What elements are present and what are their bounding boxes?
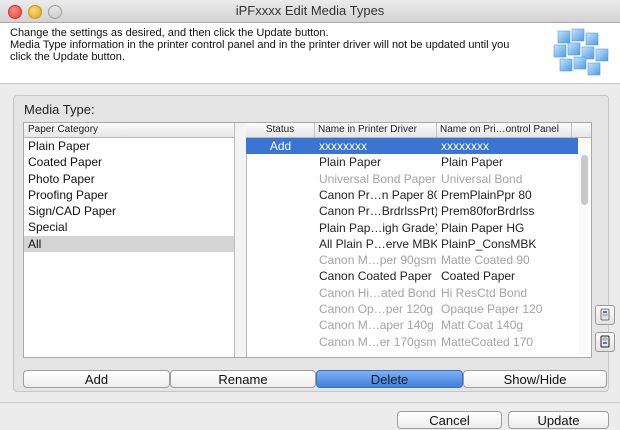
row-driver-name-cell: xxxxxxxx: [319, 139, 367, 153]
row-driver-name-cell: Universal Bond Paper: [319, 171, 436, 186]
move-down-button[interactable]: [595, 332, 615, 352]
instruction-line: click the Update button.: [10, 51, 125, 63]
category-item-proofing-paper[interactable]: Proofing Paper: [24, 187, 249, 203]
category-item-coated-paper[interactable]: Coated Paper: [24, 154, 249, 170]
instruction-line: Media Type information in the printer co…: [10, 39, 510, 51]
delete-button[interactable]: Delete: [316, 370, 463, 388]
row-panel-name-cell: Universal Bond: [441, 171, 523, 186]
window-title: iPFxxxx Edit Media Types: [235, 3, 385, 18]
category-item-all[interactable]: All: [24, 235, 249, 253]
table-row[interactable]: All Plain P…erve MBK PlainP_ConsMBK: [246, 236, 578, 252]
row-panel-name-cell: Coated Paper: [441, 269, 516, 284]
row-panel-name-cell: Plain Paper HG: [441, 220, 525, 235]
row-panel-name-cell: PlainP_ConsMBK: [441, 236, 537, 251]
row-panel-name-cell: Hi ResCtd Bond: [441, 285, 528, 300]
table-rows: Add xxxxxxxx xxxxxxxx Plain Paper Plain Pape…: [246, 138, 578, 356]
row-driver-name-cell: Canon Pr…BrdrlssPrt): [319, 204, 437, 219]
paper-category-list[interactable]: Paper Category Plain Paper Coated Paper …: [23, 122, 250, 358]
move-down-icon: [600, 335, 610, 348]
edit-media-types-window: iPFxxxx Edit Media Types Change the sett…: [0, 0, 620, 430]
printer-graphic-icon: [553, 28, 609, 76]
column-header-driver-name[interactable]: Name in Printer Driver: [315, 123, 437, 137]
media-type-group: Media Type: Paper Category Plain Paper C…: [13, 95, 615, 392]
table-row[interactable]: Canon M…er 170gsm MatteCoated 170: [246, 334, 578, 350]
row-panel-name-cell: Opaque Paper 120: [441, 302, 543, 316]
category-item-sign-cad-paper[interactable]: Sign/CAD Paper: [24, 203, 249, 219]
row-panel-name-cell: PremPlainPpr 80: [441, 187, 532, 202]
media-type-table: Status Name in Printer Driver Name on Pr…: [234, 122, 592, 358]
row-driver-name-cell: Canon M…aper 140g: [319, 318, 434, 333]
row-driver-name-cell: Canon Op…per 120g: [319, 302, 434, 316]
table-row[interactable]: Universal Bond Paper Universal Bond: [246, 171, 578, 187]
table-row[interactable]: Canon Hi…ated Bond Hi ResCtd Bond: [246, 285, 578, 301]
footer-divider: [0, 402, 620, 403]
row-driver-name-cell: Plain Pap…igh Grade): [319, 220, 437, 235]
show-hide-button[interactable]: Show/Hide: [463, 370, 607, 388]
table-header: Status Name in Printer Driver Name on Pr…: [246, 123, 591, 138]
add-button[interactable]: Add: [23, 370, 170, 388]
media-type-label: Media Type:: [24, 102, 95, 117]
instruction-line: Change the settings as desired, and then…: [10, 27, 329, 39]
table-row[interactable]: Canon Op…per 120g Opaque Paper 120: [246, 301, 578, 317]
row-panel-name-cell: Matt Coat 140g: [441, 318, 524, 333]
category-item-special[interactable]: Special: [24, 219, 249, 235]
column-header-panel-name[interactable]: Name on Pri…ontrol Panel: [437, 123, 572, 137]
table-row[interactable]: Canon M…per 90gsm Matte Coated 90: [246, 252, 578, 268]
table-row[interactable]: Add xxxxxxxx xxxxxxxx: [246, 138, 578, 155]
table-row[interactable]: Canon M…aper 140g Matt Coat 140g: [246, 317, 578, 333]
title-bar: iPFxxxx Edit Media Types: [0, 0, 620, 23]
table-row[interactable]: Plain Pap…igh Grade) Plain Paper HG: [246, 220, 578, 236]
category-item-photo-paper[interactable]: Photo Paper: [24, 171, 249, 187]
row-panel-name-cell: Plain Paper: [441, 155, 504, 170]
table-row[interactable]: Canon Pr…n Paper 80 PremPlainPpr 80: [246, 187, 578, 203]
row-panel-name-cell: xxxxxxxx: [441, 139, 489, 153]
table-row[interactable]: Plain Paper Plain Paper: [246, 154, 578, 170]
row-driver-name-cell: Canon Coated Paper: [319, 269, 432, 284]
row-driver-name-cell: Canon M…er 170gsm: [319, 334, 437, 349]
row-driver-name-cell: All Plain P…erve MBK: [319, 236, 437, 251]
move-up-icon: [600, 308, 610, 321]
category-item-plain-paper[interactable]: Plain Paper: [24, 138, 249, 154]
move-up-button[interactable]: [595, 305, 615, 325]
row-panel-name-cell: MatteCoated 170: [441, 334, 534, 349]
row-driver-name-cell: Canon Hi…ated Bond: [319, 285, 436, 300]
table-row[interactable]: Canon Pr…BrdrlssPrt) Prem80forBrdrlss: [246, 203, 578, 219]
cancel-button[interactable]: Cancel: [397, 411, 502, 429]
row-driver-name-cell: Canon M…per 90gsm: [319, 253, 437, 268]
row-driver-name-cell: Canon Pr…n Paper 80: [319, 187, 437, 202]
row-panel-name-cell: Prem80forBrdrlss: [441, 204, 535, 219]
update-button[interactable]: Update: [508, 411, 609, 429]
rename-button[interactable]: Rename: [170, 370, 316, 388]
scrollbar-thumb[interactable]: [581, 155, 588, 205]
column-header-status[interactable]: Status: [246, 123, 315, 137]
row-status-cell: Add: [269, 139, 292, 153]
instructions-text: Change the settings as desired, and then…: [10, 27, 510, 63]
paper-category-header: Paper Category: [24, 123, 249, 138]
table-vertical-scrollbar[interactable]: [579, 138, 590, 356]
table-row[interactable]: Canon Coated Paper Coated Paper: [246, 268, 578, 284]
row-panel-name-cell: Matte Coated 90: [441, 253, 530, 268]
instructions-panel: Change the settings as desired, and then…: [0, 23, 620, 84]
row-driver-name-cell: Plain Paper: [319, 155, 382, 170]
